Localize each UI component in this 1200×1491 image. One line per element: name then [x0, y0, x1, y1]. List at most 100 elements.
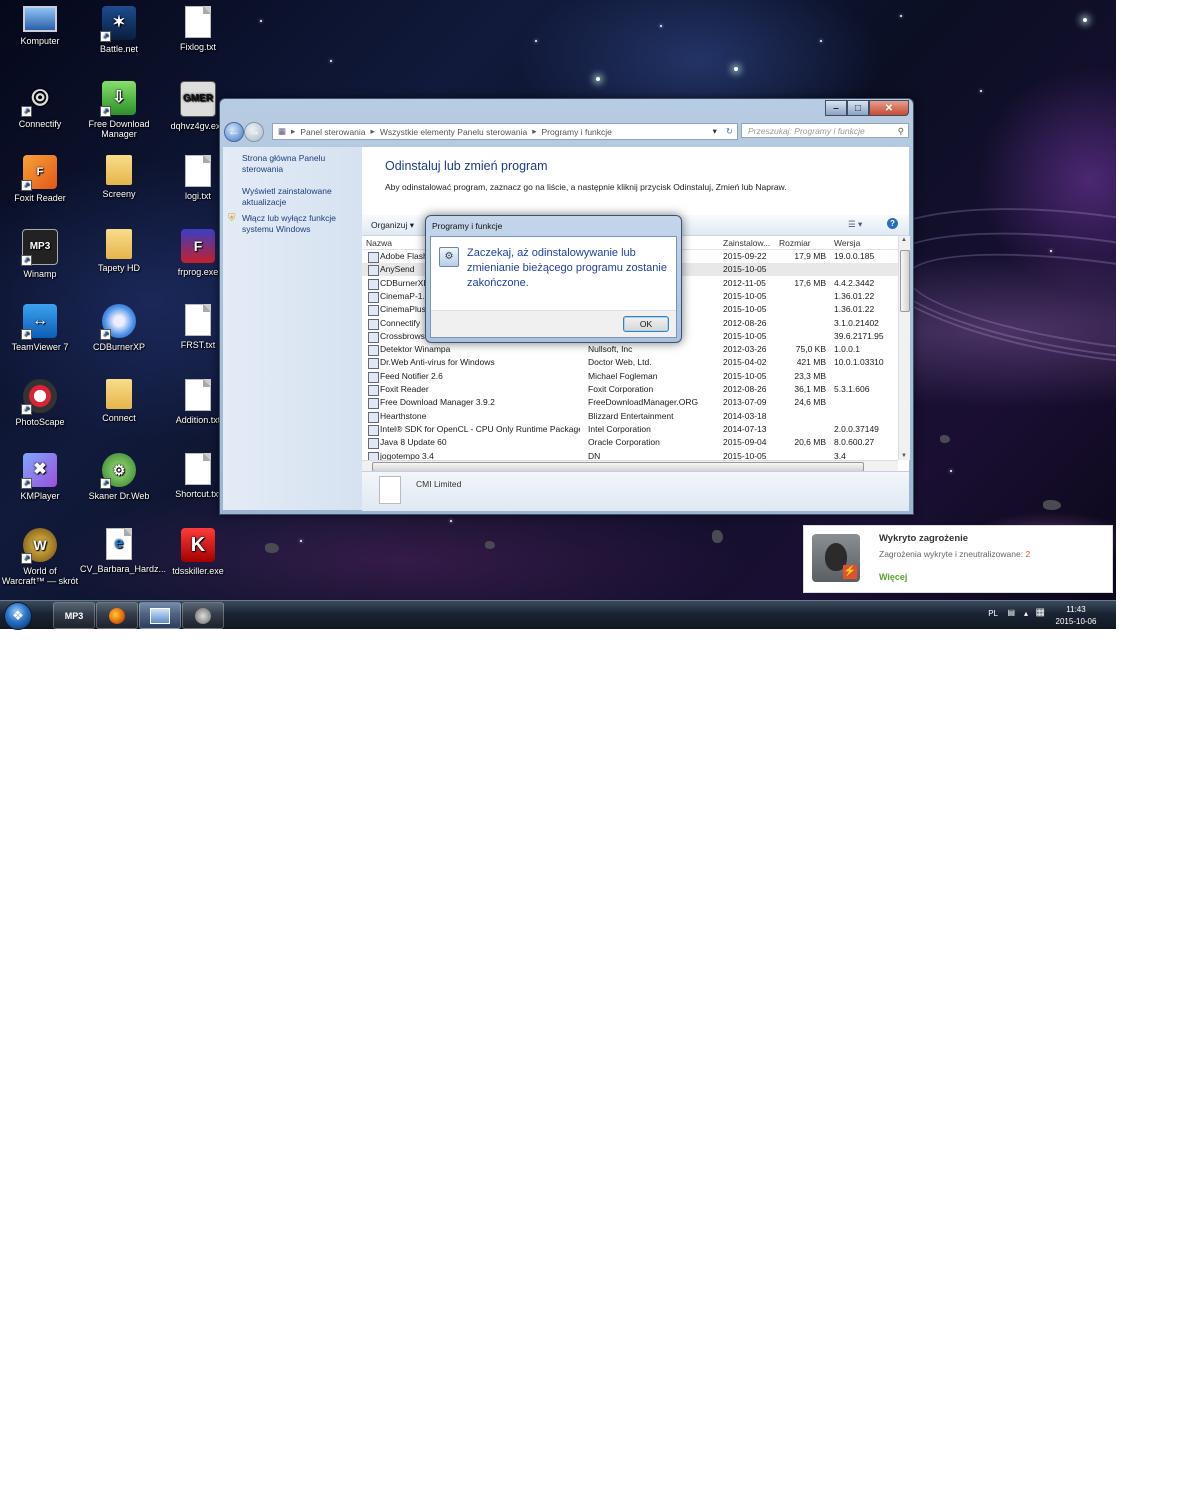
breadcrumb-programs[interactable]: Programy i funkcje — [542, 127, 612, 137]
program-install-date: 2015-09-04 — [723, 437, 767, 448]
help-icon[interactable]: ? — [887, 218, 898, 229]
program-row[interactable]: Intel® SDK for OpenCL - CPU Only Runtime… — [362, 423, 898, 436]
desktop-icon-label: Screeny — [102, 189, 136, 199]
link-windows-features[interactable]: Włącz lub wyłącz funkcje systemu Windows — [242, 213, 352, 235]
desktop-icon-komputer[interactable]: Komputer — [1, 6, 79, 46]
program-icon — [368, 265, 379, 277]
action-center-icon[interactable]: ▦ — [1036, 607, 1045, 618]
program-row[interactable]: Feed Notifier 2.6 Michael Fogleman 2015-10… — [362, 370, 898, 383]
forward-button[interactable]: → — [244, 122, 264, 142]
back-button[interactable]: ← — [224, 122, 244, 142]
show-hidden-icons[interactable]: ▴ — [1024, 609, 1028, 618]
address-bar[interactable]: ▦ ▸ Panel sterowania ▸ Wszystkie element… — [272, 123, 738, 140]
taskbar-winamp[interactable]: MP3 — [53, 602, 95, 629]
desktop-icon-screeny[interactable]: Screeny — [80, 155, 158, 199]
taskbar-control-panel[interactable] — [139, 602, 181, 629]
desktop-icon-battlenet[interactable]: ✶ ↗ Battle.net — [80, 6, 158, 54]
program-name: Detektor Winampa — [380, 344, 451, 355]
taskbar-drweb[interactable] — [182, 602, 224, 629]
dropdown-icon[interactable]: ▾ — [713, 126, 717, 137]
maximize-button[interactable]: □ — [847, 100, 869, 116]
refresh-icon[interactable]: ↻ — [726, 126, 733, 137]
program-row[interactable]: Detektor Winampa Nullsoft, Inc 2012-03-26 7… — [362, 343, 898, 357]
desktop-icon-cdburner[interactable]: ↗ CDBurnerXP — [80, 304, 158, 352]
program-version: 5.3.1.606 — [834, 384, 870, 394]
column-installed[interactable]: Zainstalow... — [723, 238, 770, 248]
desktop-icon-label: Winamp — [23, 269, 57, 279]
program-install-date: 2015-10-05 — [723, 290, 767, 301]
wow-icon: W ↗ — [21, 528, 57, 564]
program-icon — [379, 476, 401, 504]
program-name: Hearthstone — [380, 410, 427, 421]
desktop-icon-label: KMPlayer — [20, 491, 60, 501]
clock-date[interactable]: 2015-10-06 — [1053, 617, 1099, 626]
desktop-icon-tapety[interactable]: Tapety HD — [80, 229, 158, 273]
desktop-icon-cv[interactable]: e CV_Barbara_Hardz... — [80, 528, 166, 574]
desktop-icon-connect[interactable]: Connect — [80, 379, 158, 423]
desktop-icon-label: Free Download Manager — [88, 119, 150, 139]
desktop-icon-drweb-scanner[interactable]: ⚙ ↗ Skaner Dr.Web — [80, 453, 158, 501]
program-row[interactable]: Foxit Reader Foxit Corporation 2012-08-26 3… — [362, 383, 898, 396]
ok-button[interactable]: OK — [623, 316, 669, 332]
dialog-footer: OK — [431, 310, 676, 337]
search-input[interactable]: Przeszukaj: Programy i funkcje ⚲ — [741, 123, 909, 138]
program-row[interactable]: Dr.Web Anti-virus for Windows Doctor Web,… — [362, 356, 898, 370]
program-size: 36,1 MB — [794, 384, 826, 394]
desktop-icon-connectify[interactable]: ⦾ ↗ Connectify — [1, 81, 79, 130]
program-name: Free Download Manager 3.9.2 — [380, 397, 495, 408]
program-install-date: 2013-07-09 — [723, 397, 767, 408]
organize-button[interactable]: Organizuj ▾ — [371, 220, 414, 231]
column-version[interactable]: Wersja — [834, 238, 860, 248]
network-icon[interactable]: ▤ — [1007, 608, 1015, 617]
program-row[interactable]: Hearthstone Blizzard Entertainment 2014-03… — [362, 410, 898, 423]
desktop-icon-photoscape[interactable]: ↗ PhotoScape — [1, 379, 79, 427]
desktop-icon-label: Tapety HD — [97, 263, 141, 273]
text-file-icon — [185, 304, 211, 336]
language-indicator[interactable]: PL — [988, 609, 998, 618]
program-row[interactable]: Free Download Manager 3.9.2 FreeDownloadM… — [362, 396, 898, 410]
breadcrumb-all-items[interactable]: Wszystkie elementy Panelu sterowania — [380, 127, 527, 137]
taskbar-firefox[interactable] — [96, 602, 138, 629]
programs-icon: ⚙ — [439, 247, 459, 267]
breadcrumb-control-panel[interactable]: Panel sterowania — [300, 127, 365, 137]
desktop-icon-label: PhotoScape — [15, 417, 65, 427]
text-file-icon — [185, 155, 211, 187]
view-options-icon[interactable]: ☰ ▾ — [848, 219, 862, 230]
desktop-icon-kmplayer[interactable]: ✖ ↗ KMPlayer — [1, 453, 79, 501]
program-version: 3.4 — [834, 450, 846, 461]
threat-notification[interactable]: ⚡ Wykryto zagrożenie Zagrożenia wykryte … — [803, 525, 1113, 593]
link-view-updates[interactable]: Wyświetl zainstalowane aktualizacje — [242, 186, 352, 208]
text-file-icon — [185, 379, 211, 411]
drweb-spider-icon: ⚡ — [812, 534, 860, 582]
notification-text: Zagrożenia wykryte i zneutralizowane: 2 — [879, 549, 1031, 559]
column-size[interactable]: Rozmiar — [779, 238, 811, 248]
desktop-icon-tdsskiller[interactable]: K tdsskiller.exe — [159, 528, 237, 576]
desktop-icon-fdm[interactable]: ⇩ ↗ Free Download Manager — [80, 81, 158, 139]
desktop-icon-label: Foxit Reader — [14, 193, 66, 203]
program-install-date: 2012-11-05 — [723, 277, 766, 288]
program-icon — [368, 398, 379, 410]
program-row[interactable]: Java 8 Update 60 Oracle Corporation 2015-0… — [362, 436, 898, 450]
column-name[interactable]: Nazwa — [366, 238, 392, 248]
program-icon — [368, 331, 379, 343]
wait-dialog: Programy i funkcje ⚙ Zaczekaj, aż odinst… — [425, 215, 682, 343]
program-version: 19.0.0.185 — [834, 251, 875, 261]
desktop-icon-fixlog[interactable]: Fixlog.txt — [159, 6, 237, 52]
vertical-scrollbar[interactable]: ▲ ▼ — [898, 236, 910, 460]
desktop-icon-winamp[interactable]: MP3 ↗ Winamp — [1, 229, 79, 279]
minimize-button[interactable]: – — [825, 100, 847, 116]
link-control-panel-home[interactable]: Strona główna Panelu sterowania — [242, 153, 352, 175]
desktop-icon-foxit[interactable]: F ↗ Foxit Reader — [1, 155, 79, 203]
desktop-icon-teamviewer[interactable]: ↔ ↗ TeamViewer 7 — [1, 304, 79, 352]
more-link[interactable]: Więcej — [879, 572, 907, 582]
window-controls: – □ ✕ — [825, 100, 909, 116]
page-description: Aby odinstalować program, zaznacz go na … — [385, 182, 787, 192]
desktop-icon-label: Komputer — [20, 36, 60, 46]
cdburner-icon: ↗ — [100, 304, 136, 340]
teamviewer-icon: ↔ ↗ — [21, 304, 57, 340]
clock-time[interactable]: 11:43 — [1053, 605, 1099, 614]
desktop-icon-wow[interactable]: W ↗ World of Warcraft™ — skrót — [1, 528, 79, 586]
program-version: 3.1.0.21402 — [834, 317, 879, 328]
close-button[interactable]: ✕ — [869, 100, 909, 116]
start-button[interactable]: ❖ — [4, 602, 32, 630]
